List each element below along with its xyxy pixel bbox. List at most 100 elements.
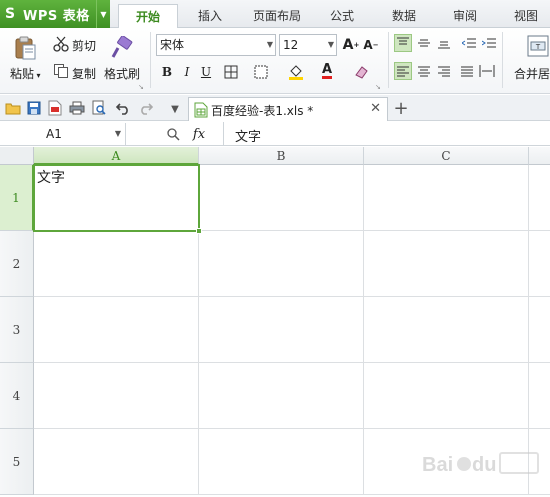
cell-d1[interactable]	[529, 165, 550, 231]
italic-icon[interactable]: I	[178, 63, 196, 81]
zoom-search-icon[interactable]	[164, 125, 182, 143]
tab-data[interactable]: 数据	[380, 4, 428, 28]
ribbon: 粘贴 ▾ 剪切 复制 格式刷 ↘ 宋体 ▼ 12 ▼ A + A − B I U A ↘	[0, 28, 550, 94]
align-top-icon[interactable]	[394, 34, 412, 52]
cell-d2[interactable]	[529, 231, 550, 297]
clear-format-icon[interactable]	[352, 63, 370, 81]
insert-function-button[interactable]: fx	[188, 125, 210, 143]
border-icon[interactable]	[222, 63, 240, 81]
align-middle-icon[interactable]	[415, 34, 433, 52]
cell-a5[interactable]	[34, 429, 199, 495]
selection-outline	[33, 164, 202, 234]
formula-input[interactable]: 文字	[235, 126, 261, 145]
merge-center-icon[interactable]: T	[526, 34, 550, 58]
tab-review[interactable]: 审阅	[441, 4, 489, 28]
select-all-corner[interactable]	[0, 147, 34, 165]
copy-icon[interactable]	[52, 62, 70, 80]
save-icon[interactable]	[25, 99, 43, 117]
chevron-down-icon[interactable]: ▼	[115, 123, 121, 145]
document-tab[interactable]: 百度经验-表1.xls * ✕	[188, 97, 388, 121]
paste-button[interactable]	[8, 34, 42, 62]
fill-handle[interactable]	[196, 228, 202, 234]
print-icon[interactable]	[68, 99, 86, 117]
cell-b1[interactable]	[199, 165, 364, 231]
cell-a3[interactable]	[34, 297, 199, 363]
format-painter-icon[interactable]	[106, 34, 138, 62]
tab-page-layout[interactable]: 页面布局	[246, 4, 308, 28]
row-header-2[interactable]: 2	[0, 231, 34, 297]
cell-c3[interactable]	[364, 297, 529, 363]
name-box[interactable]: A1 ▼	[0, 123, 126, 145]
format-painter-button[interactable]: 格式刷	[104, 65, 140, 82]
function-area: fx	[126, 122, 224, 146]
align-left-icon[interactable]	[394, 62, 412, 80]
cell-d4[interactable]	[529, 363, 550, 429]
svg-text:du: du	[472, 454, 496, 476]
row-header-4[interactable]: 4	[0, 363, 34, 429]
cell-c4[interactable]	[364, 363, 529, 429]
cell-a2[interactable]	[34, 231, 199, 297]
align-center-icon[interactable]	[415, 62, 433, 80]
cell-c1[interactable]	[364, 165, 529, 231]
justify-icon[interactable]	[458, 62, 476, 80]
open-folder-icon[interactable]	[4, 99, 22, 117]
tab-home[interactable]: 开始	[118, 4, 178, 28]
chevron-down-icon: ▼	[266, 40, 273, 49]
fill-color-icon[interactable]	[287, 63, 305, 81]
column-header-d[interactable]	[529, 147, 550, 165]
row-header-3[interactable]: 3	[0, 297, 34, 363]
tab-view[interactable]: 视图	[502, 4, 550, 28]
cell-b5[interactable]	[199, 429, 364, 495]
app-menu-button[interactable]: S WPS 表格 ▼	[0, 0, 110, 28]
fill-pattern-icon[interactable]	[252, 63, 270, 81]
underline-icon[interactable]: U	[197, 63, 215, 81]
ribbon-separator	[150, 32, 151, 88]
wps-logo-icon: S	[5, 6, 16, 22]
close-icon[interactable]: ✕	[370, 101, 381, 116]
chevron-down-icon[interactable]: ▼	[96, 0, 110, 28]
copy-button[interactable]: 复制	[72, 65, 96, 82]
dialog-launcher-icon[interactable]: ↘	[375, 83, 381, 91]
svg-text:Bai: Bai	[422, 454, 453, 476]
row-header-1[interactable]: 1	[0, 165, 34, 231]
align-right-icon[interactable]	[435, 62, 453, 80]
merge-center-button[interactable]: 合并居	[514, 65, 550, 82]
decrease-indent-icon[interactable]	[460, 34, 478, 52]
cut-button[interactable]: 剪切	[72, 37, 96, 54]
tab-formulas[interactable]: 公式	[318, 4, 366, 28]
svg-text:T: T	[535, 43, 541, 51]
customize-toolbar-icon[interactable]: ▼	[166, 100, 184, 118]
paste-label[interactable]: 粘贴 ▾	[10, 65, 41, 82]
cell-b2[interactable]	[199, 231, 364, 297]
row-header-5[interactable]: 5	[0, 429, 34, 495]
increase-font-icon[interactable]: A +	[342, 36, 360, 54]
align-bottom-icon[interactable]	[435, 34, 453, 52]
new-tab-icon[interactable]: +	[392, 98, 410, 119]
cell-b4[interactable]	[199, 363, 364, 429]
app-name: WPS 表格	[23, 8, 90, 24]
paste-icon	[15, 36, 36, 60]
cell-d3[interactable]	[529, 297, 550, 363]
cell-a4[interactable]	[34, 363, 199, 429]
menu-bar: S WPS 表格 ▼ 开始 插入 页面布局 公式 数据 审阅 视图	[0, 0, 550, 28]
tab-insert[interactable]: 插入	[182, 4, 238, 28]
cell-b3[interactable]	[199, 297, 364, 363]
decrease-font-icon[interactable]: A −	[362, 36, 380, 54]
column-header-a[interactable]: A	[34, 147, 199, 165]
dialog-launcher-icon[interactable]: ↘	[138, 83, 144, 91]
export-pdf-icon[interactable]	[46, 99, 64, 117]
scissors-icon[interactable]	[52, 35, 70, 53]
distributed-align-icon[interactable]	[478, 62, 496, 80]
column-header-b[interactable]: B	[199, 147, 364, 165]
undo-icon[interactable]	[114, 99, 132, 117]
print-preview-icon[interactable]	[90, 99, 108, 117]
font-color-icon[interactable]: A	[318, 62, 336, 80]
bold-icon[interactable]: B	[158, 63, 176, 81]
font-name-select[interactable]: 宋体 ▼	[156, 34, 276, 56]
document-tab-title: 百度经验-表1.xls *	[211, 104, 314, 118]
cell-c2[interactable]	[364, 231, 529, 297]
column-header-c[interactable]: C	[364, 147, 529, 165]
redo-icon[interactable]	[137, 99, 155, 117]
font-size-select[interactable]: 12 ▼	[279, 34, 337, 56]
increase-indent-icon[interactable]	[480, 34, 498, 52]
